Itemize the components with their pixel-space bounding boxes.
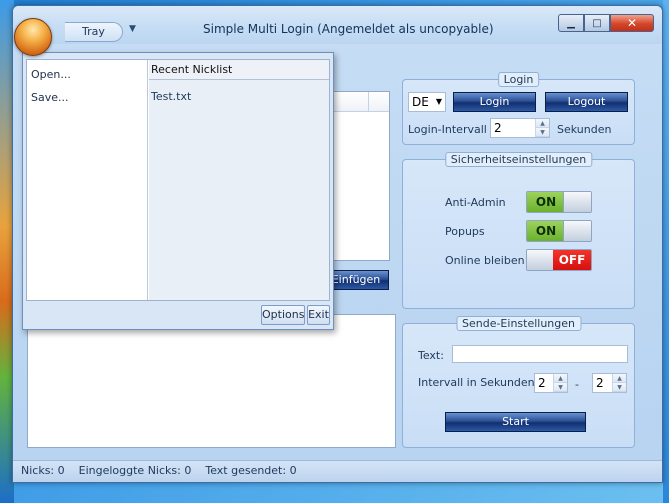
window-controls: ▁ □ ✕ [558, 14, 654, 32]
stepper-arrows: ▲ ▼ [553, 374, 567, 392]
online-toggle[interactable]: OFF [526, 249, 592, 271]
maximize-button[interactable]: □ [584, 14, 610, 32]
toggle-knob [527, 250, 555, 270]
toggle-knob [563, 221, 591, 241]
language-value: DE [412, 95, 429, 109]
minimize-icon: ▁ [567, 17, 575, 29]
logout-button[interactable]: Logout [545, 92, 628, 112]
send-interval-min-value: 2 [538, 376, 546, 390]
quick-access-dropdown-icon[interactable]: ▼ [129, 24, 136, 34]
recent-nicklist-pane: Recent Nicklist Test.txt [149, 60, 329, 300]
send-interval-max-value: 2 [596, 376, 604, 390]
tray-tab[interactable]: Tray [65, 22, 123, 42]
application-menu: Open... Save... Recent Nicklist Test.txt… [22, 52, 334, 330]
send-group: Sende-Einstellungen Text: Intervall in S… [402, 316, 635, 448]
popups-label: Popups [445, 225, 485, 238]
language-select[interactable]: DE ▼ [408, 92, 446, 112]
seconds-label: Sekunden [557, 123, 612, 136]
application-menu-content: Open... Save... Recent Nicklist Test.txt [26, 59, 330, 301]
anti-admin-label: Anti-Admin [445, 196, 506, 209]
login-interval-stepper[interactable]: 2 ▲ ▼ [490, 118, 550, 138]
range-dash: - [575, 378, 579, 391]
menu-commands-pane: Open... Save... [27, 60, 148, 300]
toggle-off-state: OFF [553, 250, 591, 270]
options-button[interactable]: Options [261, 305, 305, 325]
security-group: Sicherheitseinstellungen Anti-Admin ON P… [402, 152, 635, 309]
stepper-arrows: ▲ ▼ [612, 374, 626, 392]
maximize-icon: □ [592, 17, 602, 29]
login-group: Login DE ▼ Login Logout Login-Intervall … [402, 72, 635, 145]
anti-admin-toggle[interactable]: ON [526, 191, 592, 213]
start-button[interactable]: Start [445, 412, 586, 432]
toggle-on-state: ON [527, 221, 565, 241]
toggle-on-state: ON [527, 192, 565, 212]
menu-item-save[interactable]: Save... [31, 91, 69, 104]
stepper-up-icon[interactable]: ▲ [554, 374, 567, 383]
text-input[interactable] [452, 345, 628, 363]
recent-nicklist-header: Recent Nicklist [149, 60, 329, 80]
login-button[interactable]: Login [453, 92, 536, 112]
stepper-up-icon[interactable]: ▲ [613, 374, 626, 383]
application-orb-button[interactable] [14, 18, 52, 56]
login-interval-label: Login-Intervall [408, 123, 487, 136]
menu-item-open[interactable]: Open... [31, 68, 71, 81]
toggle-knob [563, 192, 591, 212]
stepper-up-icon[interactable]: ▲ [536, 119, 549, 128]
login-group-title: Login [497, 72, 540, 87]
status-text-sent: Text gesendet: 0 [205, 464, 297, 477]
security-group-title: Sicherheitseinstellungen [444, 152, 593, 167]
status-nicks: Nicks: 0 [21, 464, 65, 477]
stepper-down-icon[interactable]: ▼ [536, 128, 549, 137]
log-textarea[interactable] [27, 314, 396, 448]
desktop-background-right [663, 0, 669, 503]
status-bar: Nicks: 0 Eingeloggte Nicks: 0 Text gesende… [13, 460, 662, 482]
exit-button[interactable]: Exit [307, 305, 330, 325]
stepper-down-icon[interactable]: ▼ [554, 383, 567, 392]
login-interval-value: 2 [494, 121, 502, 135]
status-logged-in: Eingeloggte Nicks: 0 [78, 464, 192, 477]
stepper-down-icon[interactable]: ▼ [613, 383, 626, 392]
column-divider [368, 92, 369, 112]
title-bar[interactable]: Tray ▼ Simple Multi Login (Angemeldet al… [13, 6, 662, 44]
popups-toggle[interactable]: ON [526, 220, 592, 242]
close-button[interactable]: ✕ [610, 14, 654, 32]
online-label: Online bleiben [445, 254, 525, 267]
stepper-arrows: ▲ ▼ [535, 119, 549, 137]
chevron-down-icon: ▼ [435, 97, 442, 106]
recent-item[interactable]: Test.txt [151, 90, 191, 103]
text-label: Text: [418, 349, 444, 362]
send-group-title: Sende-Einstellungen [455, 316, 582, 331]
minimize-button[interactable]: ▁ [558, 14, 584, 32]
window-title: Simple Multi Login (Angemeldet als uncop… [203, 22, 494, 36]
send-interval-min-stepper[interactable]: 2 ▲ ▼ [534, 373, 568, 393]
send-interval-label: Intervall in Sekunden [418, 376, 535, 389]
close-icon: ✕ [626, 16, 638, 30]
send-interval-max-stepper[interactable]: 2 ▲ ▼ [592, 373, 627, 393]
